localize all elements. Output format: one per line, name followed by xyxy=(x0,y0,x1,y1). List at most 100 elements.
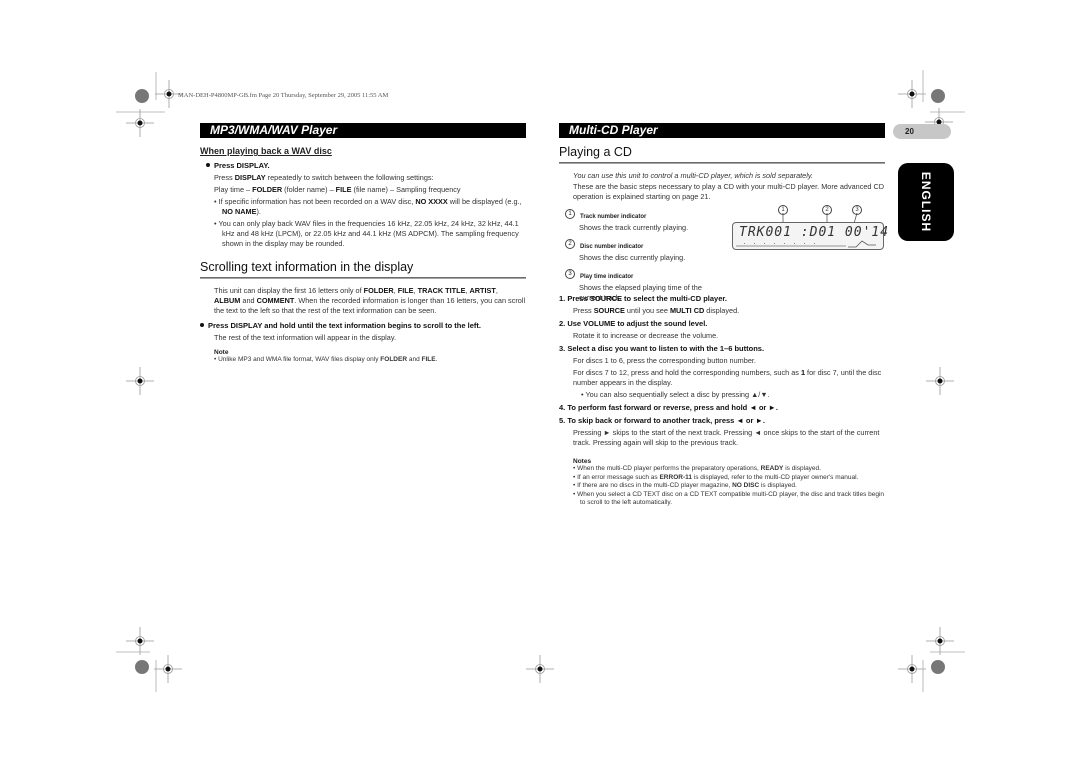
step-item: 4. To perform fast forward or reverse, p… xyxy=(559,403,885,413)
text-run: If there are no discs in the multi-CD pl… xyxy=(577,482,733,489)
text-run: (folder name) – xyxy=(282,185,336,194)
scroll-step-desc: The rest of the text information will ap… xyxy=(214,333,396,342)
page-number-tab: 20 xyxy=(893,124,951,139)
heading-rule xyxy=(200,277,526,279)
text-run: is displayed. xyxy=(783,465,821,472)
section-title-mp3: MP3/WMA/WAV Player xyxy=(200,123,526,138)
bullet-item: • If specific information has not been r… xyxy=(214,197,522,216)
circled-number: 1 xyxy=(565,208,575,219)
text-run: If an error message such as xyxy=(577,473,660,481)
scroll-section: Scrolling text information in the displa… xyxy=(200,260,526,365)
playing-cd-heading: Playing a CD xyxy=(559,145,632,159)
bold-term: TRACK TITLE xyxy=(417,286,466,295)
wav-cycle: Play time – FOLDER (folder name) – FILE … xyxy=(214,185,526,195)
note-item: • If there are no discs in the multi-CD … xyxy=(573,482,797,489)
language-tab: ENGLISH xyxy=(898,163,954,241)
text-run: displayed. xyxy=(704,306,740,315)
wav-step: Press DISPLAY. xyxy=(206,161,526,171)
wav-bullets: • If specific information has not been r… xyxy=(214,197,526,249)
section-title-multicd: Multi-CD Player xyxy=(559,123,885,138)
notes-section: Notes • When the multi-CD player perform… xyxy=(573,458,885,508)
bold-term: COMMENT xyxy=(256,296,295,305)
step-item: 3. Select a disc you want to listen to w… xyxy=(559,344,885,400)
gray-dot-icon xyxy=(135,89,149,103)
scroll-step: Press DISPLAY and hold until the text in… xyxy=(200,321,526,331)
language-label: ENGLISH xyxy=(919,171,933,233)
indicator-desc: Shows the track currently playing. xyxy=(579,223,689,232)
note-item: • When the multi-CD player performs the … xyxy=(573,465,821,472)
step-bullet: • You can also sequentially select a dis… xyxy=(581,390,770,399)
bold-term: ERROR-11 xyxy=(659,473,692,481)
step-desc: Press SOURCE until you see MULTI CD disp… xyxy=(573,306,885,316)
indicator-label: Track number indicator xyxy=(580,214,647,220)
bold-term: ALBUM xyxy=(214,296,241,305)
intro-text: These are the basic steps necessary to p… xyxy=(573,182,885,201)
lcd-indicator-strip xyxy=(736,240,876,248)
text-run: You can only play back WAV files in the … xyxy=(218,219,519,248)
text-run: ). xyxy=(256,207,261,216)
note-item: • If an error message such as ERROR-11 i… xyxy=(573,473,859,481)
bold-term: NO DISC xyxy=(732,482,760,489)
indicator-list: 1 Track number indicator Shows the track c… xyxy=(565,205,725,303)
indicator-label: Disc number indicator xyxy=(580,244,644,250)
text-run: Press xyxy=(573,306,594,315)
bullet-icon xyxy=(200,323,204,327)
scroll-heading: Scrolling text information in the displa… xyxy=(200,260,414,274)
step-item: 2. Use VOLUME to adjust the sound level.… xyxy=(559,319,885,341)
step-item: 1. Press SOURCE to select the multi-CD p… xyxy=(559,294,885,316)
step-title: 2. Use VOLUME to adjust the sound level. xyxy=(559,319,708,328)
bold-term: ARTIST xyxy=(469,286,496,295)
step-title: 3. Select a disc you want to listen to w… xyxy=(559,344,765,353)
text-run: If specific information has not been rec… xyxy=(218,197,416,206)
text-run: When the multi-CD player performs the pr… xyxy=(577,465,761,472)
text-run: and xyxy=(407,356,422,363)
text-run: will be displayed (e.g., xyxy=(447,197,522,206)
text-run: Play time – xyxy=(214,185,253,194)
text-run: Unlike MP3 and WMA file format, WAV file… xyxy=(218,356,381,363)
note-item: • When you select a CD TEXT disc on a CD… xyxy=(573,490,885,507)
text-run: For discs 1 to 6, press the correspondin… xyxy=(573,356,756,365)
bold-term: FOLDER xyxy=(380,356,408,363)
step-desc: Pressing ► skips to the start of the nex… xyxy=(573,428,885,448)
lcd-text: TRK001 :D01 00'14 xyxy=(739,225,890,240)
registration-marks xyxy=(116,70,965,692)
indicator-desc: Shows the disc currently playing. xyxy=(579,253,686,262)
wav-section: When playing back a WAV disc Press DISPL… xyxy=(200,146,526,249)
step-title: 4. To perform fast forward or reverse, p… xyxy=(559,403,778,412)
notes-list: • When the multi-CD player performs the … xyxy=(573,465,885,508)
text-run: until you see xyxy=(624,306,670,315)
step-desc: For discs 7 to 12, press and hold the co… xyxy=(573,368,885,388)
note-heading: Note xyxy=(214,349,229,356)
bold-term: NO NAME xyxy=(222,207,257,216)
circled-number: 2 xyxy=(565,238,575,249)
circled-number: 3 xyxy=(565,268,575,279)
text-run: (file name) – Sampling frequency xyxy=(351,185,461,194)
text-run: Pressing ► skips to the start of the nex… xyxy=(573,428,880,447)
steps-list: 1. Press SOURCE to select the multi-CD p… xyxy=(559,291,885,448)
text-run: and xyxy=(240,296,257,305)
bold-term: FILE xyxy=(421,356,436,363)
bold-term: FILE xyxy=(397,286,414,295)
file-header-line: MAN-DEH-P4800MP-GB.fm Page 20 Thursday, … xyxy=(178,92,389,99)
wav-heading: When playing back a WAV disc xyxy=(200,146,332,156)
bullet-item: • You can only play back WAV files in th… xyxy=(214,219,519,248)
text-run: is displayed, refer to the multi-CD play… xyxy=(691,473,859,481)
heading-rule xyxy=(559,162,885,164)
text-run: is displayed. xyxy=(759,482,797,489)
bold-term: NO XXXX xyxy=(415,197,448,206)
text-run: Rotate it to increase or decrease the vo… xyxy=(573,331,719,340)
indicator-item: 2 Disc number indicator Shows the disc cur… xyxy=(565,235,725,263)
step-title: 1. Press SOURCE to select the multi-CD p… xyxy=(559,294,727,303)
indicator-item: 1 Track number indicator Shows the track c… xyxy=(565,205,725,233)
wav-step-desc: Press DISPLAY repeatedly to switch betwe… xyxy=(214,173,434,182)
step-title: 5. To skip back or forward to another tr… xyxy=(559,416,766,425)
bold-term: READY xyxy=(760,465,784,472)
scroll-intro: This unit can display the first 16 lette… xyxy=(214,286,526,316)
text-run: , xyxy=(495,286,498,295)
bullet-icon xyxy=(206,163,210,167)
bold-term: SOURCE xyxy=(593,306,625,315)
bold-term: MULTI CD xyxy=(669,306,705,315)
notes-heading: Notes xyxy=(573,458,592,465)
intro-italic: You can use this unit to control a multi… xyxy=(573,171,813,180)
step-desc: For discs 1 to 6, press the correspondin… xyxy=(573,356,885,366)
